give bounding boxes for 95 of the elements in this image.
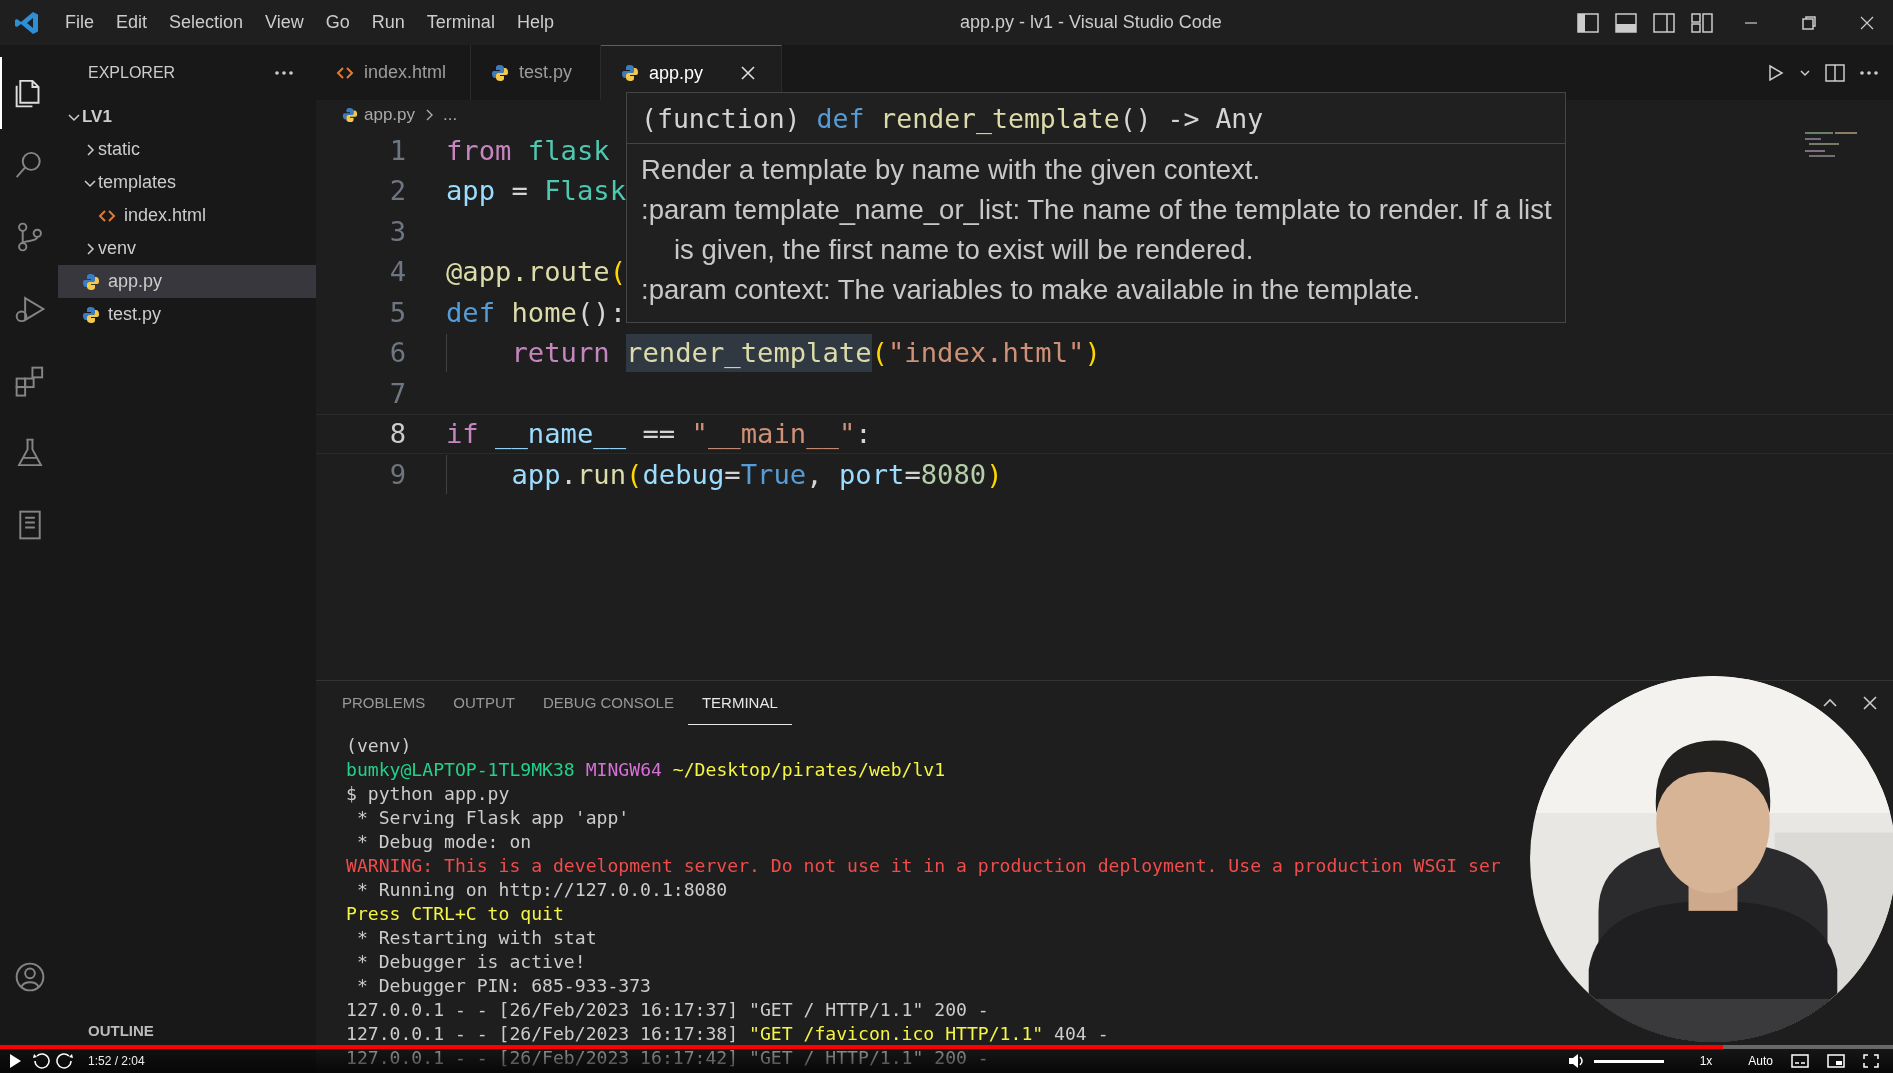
video-time: 1:52 / 2:04 xyxy=(88,1054,145,1068)
forward-icon[interactable] xyxy=(56,1052,74,1070)
line-number: 2 xyxy=(388,175,406,207)
tree-item[interactable]: index.html xyxy=(58,199,316,232)
terminal-line: * Restarting with stat xyxy=(355,926,597,950)
code-line: if __name__ == "__main__": xyxy=(446,417,872,452)
python-file-icon xyxy=(342,107,358,123)
terminal-line: (venv) xyxy=(346,734,412,758)
tab-label: app.py xyxy=(649,62,704,84)
secondary-sidebar-icon[interactable] xyxy=(1653,12,1675,33)
code-line: @app.route( xyxy=(446,255,627,290)
tooltip-text: :param template_name_or_list: The name of the template to render. If a list is given, the first name to exist will be rendered. xyxy=(641,193,1553,267)
panel-tab[interactable]: PROBLEMS xyxy=(328,681,440,725)
terminal-line: Press CTRL+C to quit xyxy=(346,902,564,926)
close-icon[interactable] xyxy=(739,64,758,82)
account-icon[interactable] xyxy=(13,960,47,994)
terminal-line: * Running on http://127.0.0.1:8080 xyxy=(355,878,728,902)
split-editor-icon[interactable] xyxy=(1825,62,1845,83)
terminal-line: 127.0.0.1 - - [26/Feb/2023 16:17:42] "GET / HTTP/1.1" 200 - xyxy=(346,1046,989,1070)
tree-item[interactable]: templates xyxy=(58,166,316,199)
line-number: 5 xyxy=(388,296,406,328)
terminal-line: * Serving Flask app 'app' xyxy=(355,806,630,830)
python-file-icon xyxy=(82,305,100,324)
tree-item[interactable]: app.py xyxy=(58,265,316,298)
restore-icon[interactable] xyxy=(1801,14,1817,31)
breadcrumb-item[interactable]: app.py xyxy=(364,105,416,125)
quality-setting[interactable]: Auto xyxy=(1748,1054,1773,1068)
code-line: def home(): xyxy=(446,295,627,330)
python-file-icon xyxy=(491,63,510,82)
terminal-line: * Debugger is active! xyxy=(355,950,586,974)
code-line: app = Flask xyxy=(446,174,627,209)
function-signature: (function) def render_template() -> Any xyxy=(627,93,1565,144)
picture-in-picture-icon[interactable] xyxy=(1827,1054,1845,1068)
more-icon[interactable] xyxy=(274,69,294,76)
outline-section-header[interactable]: OUTLINE xyxy=(58,1017,154,1043)
close-icon[interactable] xyxy=(1861,694,1879,712)
terminal-line: WARNING: This is a development server. Do not use it in a production deployment. Use a production WSGI ser xyxy=(346,854,1501,878)
terminal-line: $ python app.py xyxy=(346,782,510,806)
menu-item[interactable]: Help xyxy=(505,12,565,33)
fullscreen-icon[interactable] xyxy=(1863,1054,1879,1068)
file-label: test.py xyxy=(108,304,162,325)
file-label: index.html xyxy=(124,205,207,226)
folder-label: venv xyxy=(98,238,137,259)
menu-item[interactable]: Terminal xyxy=(415,12,506,33)
playback-speed[interactable]: 1x xyxy=(1699,1054,1713,1068)
tooltip-text: :param context: The variables to make available in the template. xyxy=(641,273,1422,307)
menu-item[interactable]: Go xyxy=(314,12,361,33)
python-file-icon xyxy=(82,272,100,291)
sidebar-toggle-icon[interactable] xyxy=(1577,12,1599,33)
tree-item[interactable]: LV1 xyxy=(58,100,316,133)
tab-label: test.py xyxy=(519,62,573,83)
vscode-logo-icon xyxy=(14,9,40,36)
terminal-line: * Debugger PIN: 685-933-373 xyxy=(355,974,651,998)
window-title: app.py - lv1 - Visual Studio Code xyxy=(959,12,1223,33)
tab-label: index.html xyxy=(364,62,447,83)
line-number: 8 xyxy=(388,418,406,450)
terminal-line: * Debug mode: on xyxy=(355,830,532,854)
layout-icon[interactable] xyxy=(1691,12,1713,33)
volume-icon[interactable] xyxy=(1567,1053,1586,1069)
terminal-line: 127.0.0.1 - - [26/Feb/2023 16:17:37] "GET / HTTP/1.1" 200 - xyxy=(346,998,989,1022)
volume-slider[interactable] xyxy=(1593,1059,1664,1063)
menu-item[interactable]: View xyxy=(254,12,315,33)
tree-item[interactable]: venv xyxy=(58,232,316,265)
file-label: app.py xyxy=(108,271,163,292)
tree-item[interactable]: test.py xyxy=(58,298,316,331)
line-number: 1 xyxy=(388,134,406,166)
menu-item[interactable]: Edit xyxy=(105,12,159,33)
more-icon[interactable] xyxy=(1859,69,1879,76)
tree-item[interactable]: static xyxy=(58,133,316,166)
menu-item[interactable]: File xyxy=(54,12,105,33)
folder-label: templates xyxy=(98,172,177,193)
subtitles-icon[interactable] xyxy=(1791,1054,1809,1068)
terminal-line: bumky@LAPTOP-1TL9MK38 MINGW64 ~/Desktop/pirates/web/lv1 xyxy=(346,758,946,782)
python-file-icon xyxy=(621,64,640,82)
line-number: 9 xyxy=(388,458,406,490)
line-number: 7 xyxy=(388,377,406,409)
line-number: 6 xyxy=(388,337,406,369)
code-line: from flask xyxy=(446,133,610,168)
breadcrumb-item[interactable]: ... xyxy=(443,105,458,125)
folder-label: static xyxy=(98,139,140,160)
menu-item[interactable]: Selection xyxy=(158,12,255,33)
terminal-line: 127.0.0.1 - - [26/Feb/2023 16:17:38] "GET /favicon.ico HTTP/1.1" 404 - xyxy=(346,1022,1109,1046)
rewind-icon[interactable] xyxy=(32,1052,50,1070)
panel-tab[interactable]: TERMINAL xyxy=(687,681,792,725)
panel-toggle-icon[interactable] xyxy=(1615,12,1637,33)
line-number: 3 xyxy=(388,215,406,247)
menu-item[interactable]: Run xyxy=(360,12,416,33)
line-number: 4 xyxy=(388,256,406,288)
play-icon[interactable] xyxy=(8,1053,22,1069)
close-icon[interactable] xyxy=(1859,14,1875,31)
panel-tab[interactable]: OUTPUT xyxy=(439,681,530,725)
panel-tab[interactable]: DEBUG CONSOLE xyxy=(529,681,688,725)
sidebar-title: EXPLORER xyxy=(88,63,176,82)
folder-label: LV1 xyxy=(82,106,112,127)
tooltip-text: Render a template by name with the given context. xyxy=(641,153,1262,187)
